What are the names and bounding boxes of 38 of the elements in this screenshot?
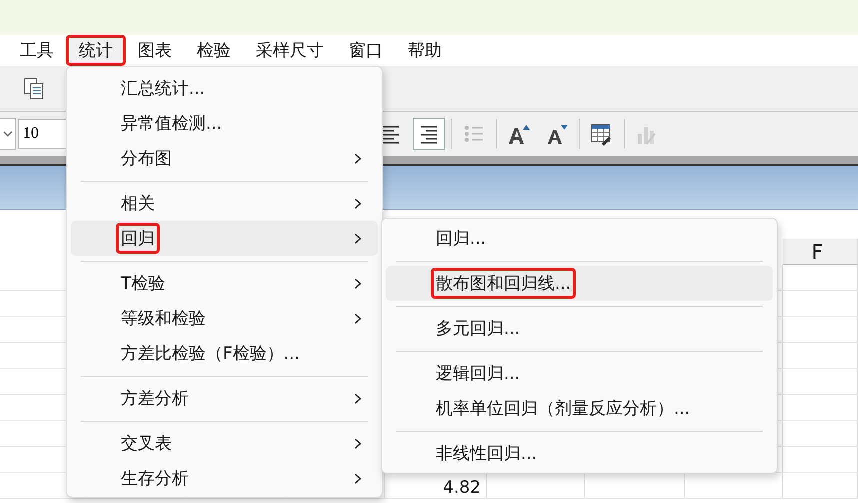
chevron-right-icon xyxy=(354,392,362,404)
toolbar-button[interactable] xyxy=(413,118,445,150)
chevron-right-icon xyxy=(354,198,362,210)
chevron-right-icon xyxy=(354,278,362,290)
chevron-down-icon xyxy=(2,130,12,138)
chevron-right-icon xyxy=(354,438,362,450)
menu-item[interactable]: 生存分析 xyxy=(71,461,378,496)
menu-item[interactable]: T检验 xyxy=(71,266,378,301)
menu-item[interactable]: 机率单位回归（剂量反应分析）... xyxy=(386,391,773,426)
menu-item[interactable]: 多元回归... xyxy=(386,311,773,346)
chevron-right-icon xyxy=(354,472,362,484)
menu-item[interactable]: 交叉表 xyxy=(71,426,378,461)
table-wrench-icon xyxy=(590,122,614,146)
menu-item[interactable]: 方差分析 xyxy=(71,381,378,416)
menu-item[interactable]: 方差比检验（F检验）... xyxy=(71,336,378,371)
menu-item[interactable]: 统计 xyxy=(66,35,126,66)
menu-item[interactable]: 帮助 xyxy=(395,35,455,66)
menu-item[interactable]: 相关 xyxy=(71,186,378,221)
menu-item[interactable]: 逻辑回归... xyxy=(386,356,773,391)
copy-icon xyxy=(22,76,46,100)
menu-item[interactable]: 分布图 xyxy=(71,141,378,176)
menu-item[interactable]: 非线性回归... xyxy=(386,436,773,471)
font-shrink-icon xyxy=(545,122,569,146)
menu-item[interactable]: 回归... xyxy=(386,221,773,256)
menu-item[interactable]: 检验 xyxy=(184,35,244,66)
dropdown-button[interactable] xyxy=(0,118,16,150)
menu-item[interactable]: 图表 xyxy=(125,35,185,66)
chevron-right-icon xyxy=(354,232,362,244)
menu-item[interactable]: 工具 xyxy=(7,35,67,66)
menu-item[interactable]: 窗口 xyxy=(336,35,396,66)
menu-item[interactable]: 回归 xyxy=(71,221,378,256)
column-header[interactable]: F xyxy=(783,239,858,265)
menu-item[interactable]: 异常值检测... xyxy=(71,106,378,141)
chevron-right-icon xyxy=(354,312,362,324)
menu-item[interactable]: 散布图和回归线... xyxy=(386,266,773,301)
menu-item[interactable]: 等级和检验 xyxy=(71,301,378,336)
chevron-right-icon xyxy=(354,152,362,164)
menu-item[interactable]: 采样尺寸 xyxy=(243,35,337,66)
